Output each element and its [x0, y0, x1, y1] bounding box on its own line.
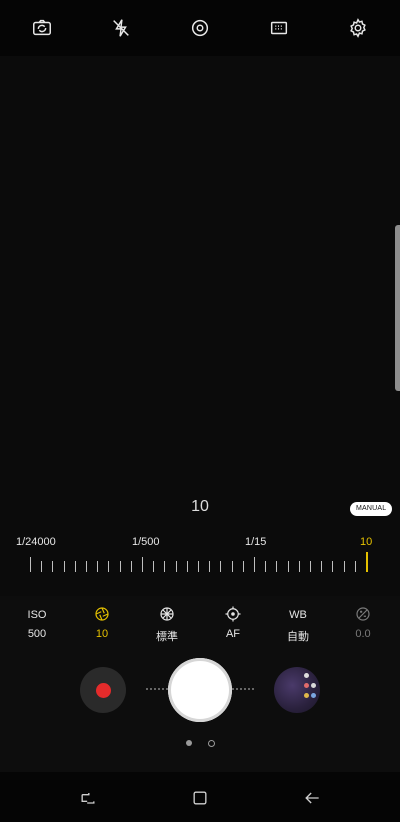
scale-label: 1/500 — [132, 536, 160, 548]
focus-value: AF — [225, 628, 241, 640]
focus-icon — [224, 605, 242, 626]
shutter-speed-slider[interactable] — [30, 552, 370, 578]
record-dot-icon — [95, 682, 111, 698]
switch-camera-icon[interactable] — [28, 14, 56, 42]
white-balance-label: WB — [289, 609, 307, 621]
color-tone-setting[interactable]: 標準 — [142, 604, 192, 644]
white-balance-value: 自動 — [287, 631, 309, 643]
aperture-icon — [93, 605, 111, 626]
divider-dots — [146, 688, 168, 692]
page-indicator-dot-active — [186, 740, 192, 746]
slider-tick — [209, 561, 210, 572]
scale-label: 1/15 — [245, 536, 267, 548]
color-tone-icon — [158, 605, 176, 626]
slider-tick — [86, 561, 87, 572]
slider-tick — [265, 561, 266, 572]
slider-tick — [332, 561, 333, 572]
eye-icon[interactable] — [186, 14, 214, 42]
iso-label: ISO — [27, 609, 47, 621]
aspect-ratio-icon[interactable] — [265, 14, 293, 42]
slider-tick — [41, 561, 42, 572]
focus-setting[interactable]: AF — [208, 604, 258, 640]
shutter-value-readout: 10 — [191, 498, 209, 515]
shutter-button[interactable] — [168, 658, 232, 722]
slider-tick — [321, 561, 322, 572]
slider-tick — [220, 561, 221, 572]
recent-apps-icon[interactable] — [76, 786, 100, 810]
slider-tick — [131, 561, 132, 572]
iso-setting[interactable]: ISO 500 — [12, 604, 62, 640]
manual-mode-badge[interactable]: MANUAL — [350, 502, 393, 516]
white-balance-setting[interactable]: WB 自動 — [273, 604, 323, 644]
slider-tick — [299, 561, 300, 572]
slider-tick — [108, 561, 109, 572]
divider-dots — [232, 688, 254, 692]
slider-tick — [187, 561, 188, 572]
slider-tick — [254, 557, 255, 572]
iso-value: 500 — [27, 628, 47, 640]
scale-label-active: 10 — [360, 536, 373, 548]
slider-tick — [52, 561, 53, 572]
slider-tick — [30, 557, 31, 572]
slider-tick — [64, 561, 65, 572]
slider-tick — [198, 561, 199, 572]
scale-label: 1/24000 — [16, 536, 56, 548]
flash-off-icon[interactable] — [107, 14, 135, 42]
edge-panel-handle[interactable] — [395, 225, 400, 391]
slider-tick — [97, 561, 98, 572]
slider-tick — [344, 561, 345, 572]
slider-tick — [310, 561, 311, 572]
slider-tick — [176, 561, 177, 572]
record-video-button[interactable] — [80, 667, 126, 713]
system-nav-bar — [0, 772, 400, 822]
exposure-icon — [354, 605, 372, 626]
slider-tick — [355, 561, 356, 572]
slider-tick — [276, 561, 277, 572]
slider-tick-active — [366, 552, 368, 572]
slider-tick — [120, 561, 121, 572]
back-icon[interactable] — [300, 786, 324, 810]
settings-gear-icon[interactable] — [344, 14, 372, 42]
page-indicator-dot — [208, 740, 215, 747]
aperture-setting[interactable]: 10 — [77, 604, 127, 640]
camera-top-bar — [0, 0, 400, 56]
slider-tick — [232, 561, 233, 572]
exposure-setting: 0.0 — [338, 604, 388, 640]
home-icon[interactable] — [188, 786, 212, 810]
slider-tick — [288, 561, 289, 572]
color-tone-value: 標準 — [156, 631, 178, 643]
exposure-value: 0.0 — [355, 628, 371, 640]
gallery-thumbnail[interactable] — [274, 667, 320, 713]
slider-tick — [243, 561, 244, 572]
slider-tick — [75, 561, 76, 572]
aperture-value: 10 — [95, 628, 109, 640]
slider-tick — [164, 561, 165, 572]
slider-tick — [142, 557, 143, 572]
slider-tick — [153, 561, 154, 572]
